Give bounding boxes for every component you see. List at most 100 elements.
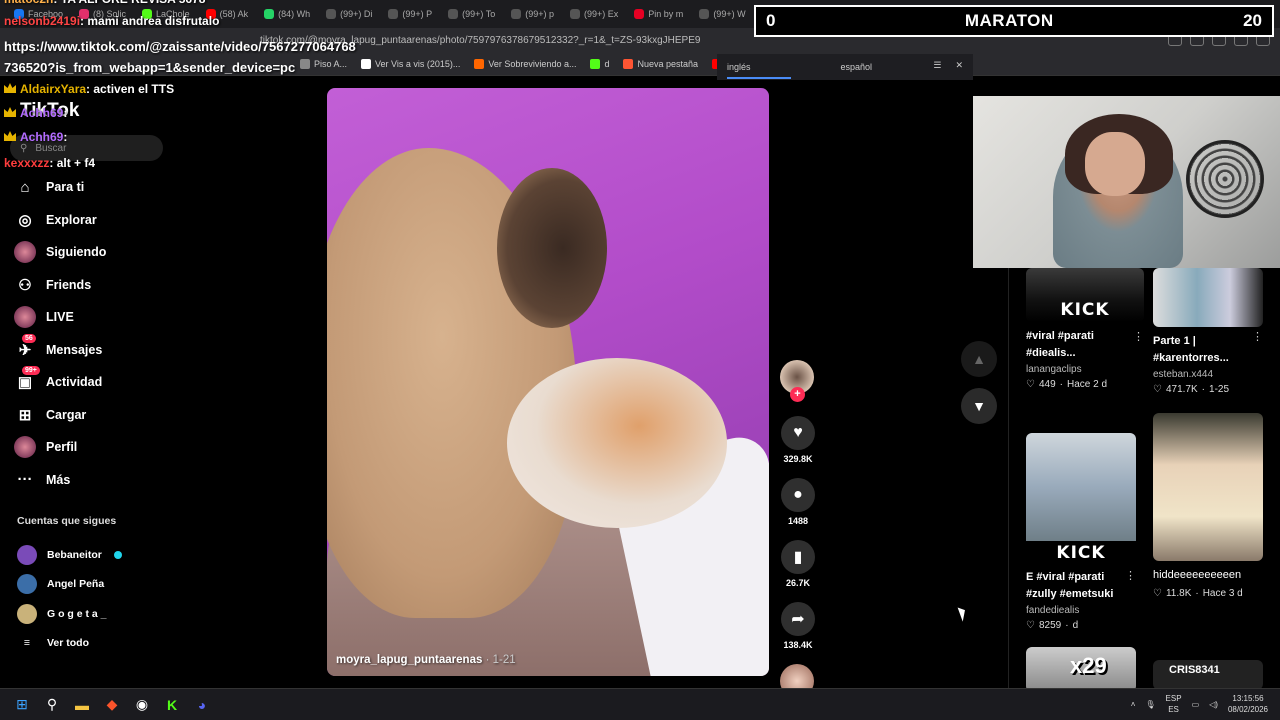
search-icon: ⚲ (20, 142, 28, 154)
previous-video-button[interactable]: ▲ (961, 341, 997, 377)
sidebar-item-m-s[interactable]: ··· Más (14, 464, 106, 497)
comment-action[interactable]: ● 1488 (780, 478, 816, 526)
save-action[interactable]: ▮ 26.7K (780, 540, 816, 588)
obs-icon[interactable]: ◉ (132, 695, 152, 715)
feed-title[interactable]: #viral #parati #diealis... (1026, 328, 1144, 362)
sidebar-item-live[interactable]: LIVE (14, 301, 106, 334)
see-all-link[interactable]: ≡ Ver todo (17, 629, 122, 659)
next-video-button[interactable]: ▼ (961, 388, 997, 424)
browser-tab[interactable]: (99+) p (505, 3, 560, 25)
chevron-up-icon: ▲ (972, 351, 986, 367)
chevron-up-icon[interactable]: ˄ (1131, 700, 1136, 709)
feed-thumbnail[interactable] (1153, 413, 1263, 561)
avatar (17, 574, 37, 595)
kick-logo: KICK (1060, 300, 1110, 320)
feed-thumbnail[interactable]: CRIS8341 (1153, 660, 1263, 688)
more-options-icon[interactable]: ⋮ (1133, 330, 1144, 343)
feed-author[interactable]: esteban.x444 (1153, 369, 1263, 380)
browser-tab[interactable]: (99+) To (442, 3, 501, 25)
feed-thumbnail[interactable]: KICK (1026, 433, 1136, 563)
tab-favicon-icon (326, 9, 337, 19)
more-options-icon[interactable]: ⋮ (1125, 569, 1136, 582)
monitor-icon[interactable]: ▭ (1192, 700, 1200, 709)
browser-tab[interactable]: (99+) W (693, 3, 751, 25)
feed-author[interactable]: fandediealis (1026, 605, 1136, 616)
feed-separator: · (1065, 620, 1069, 631)
see-all-label: Ver todo (47, 637, 90, 650)
feed-thumbnail[interactable]: x29 (1026, 647, 1136, 688)
feed-title[interactable]: E #viral #parati #zully #emetsuki (1026, 569, 1136, 603)
discord-icon[interactable]: ◕ (192, 695, 212, 715)
tab-label: (99+) Di (340, 9, 373, 19)
sidebar-item-actividad[interactable]: ▣ 99+ Actividad (14, 366, 106, 399)
kick-icon[interactable]: K (162, 695, 182, 715)
feed-stats: ♡ 449 · Hace 2 d (1026, 379, 1144, 390)
share-icon[interactable]: ➦ (781, 602, 815, 636)
bookmark-item[interactable]: Nueva pestaña (623, 58, 698, 69)
avatar (14, 306, 36, 329)
bookmark-item[interactable]: Ver Vis a vis (2015)... (361, 58, 461, 69)
feed-views: 11.8K (1165, 588, 1192, 599)
feed-thumbnail[interactable]: KICK (1026, 268, 1144, 322)
bookmark-item[interactable]: d (590, 58, 609, 69)
sidebar-item-siguiendo[interactable]: Siguiendo (14, 236, 106, 269)
browser-tab[interactable]: (99+) Ex (564, 3, 624, 25)
comment-count: 1488 (787, 516, 809, 526)
follow-plus-icon[interactable]: + (790, 387, 805, 402)
language-indicator[interactable]: ESP ES (1166, 693, 1182, 715)
following-account[interactable]: Angel Peña (17, 570, 122, 600)
bookmark-icon[interactable]: ▮ (781, 540, 815, 574)
video-player[interactable]: moyra_lapug_puntaarenas · 1-21 (327, 88, 769, 676)
microphone-icon[interactable]: 🎙 (1145, 700, 1155, 709)
file-explorer-icon[interactable]: ▬ (72, 695, 92, 715)
browser-tab[interactable]: (84) Wh (258, 3, 316, 25)
clock[interactable]: 13:15:56 08/02/2026 (1228, 693, 1268, 715)
more-options-icon[interactable]: ⋮ (1252, 330, 1263, 343)
feed-card[interactable]: KICK #viral #parati #diealis... ⋮ lanang… (1026, 268, 1144, 390)
feed-title[interactable]: Parte 1 | #karentorres... (1153, 333, 1263, 367)
following-account[interactable]: Bebaneitor (17, 540, 122, 570)
heart-icon: ♡ (1026, 620, 1035, 631)
video-author[interactable]: moyra_lapug_puntaarenas (336, 654, 482, 666)
feed-author[interactable]: lanangaclips (1026, 364, 1144, 375)
browser-tab[interactable]: (99+) Di (320, 3, 378, 25)
feed-card[interactable]: KICK E #viral #parati #zully #emetsuki ⋮… (1026, 433, 1136, 631)
close-icon[interactable]: ✕ (955, 60, 963, 71)
sidebar-item-para-ti[interactable]: ⌂ Para ti (14, 171, 106, 204)
brave-icon[interactable]: ◆ (102, 695, 122, 715)
feed-card[interactable]: hiddeeeeeeeeeen ♡ 11.8K · Hace 3 d (1153, 413, 1263, 599)
sidebar-item-explorar[interactable]: ◎ Explorar (14, 204, 106, 237)
sidebar-item-perfil[interactable]: Perfil (14, 431, 106, 464)
feed-card[interactable]: x29 (1026, 647, 1136, 688)
volume-icon[interactable]: ◁) (1209, 700, 1218, 709)
comment-icon[interactable]: ● (781, 478, 815, 512)
sidebar-item-cargar[interactable]: ⊞ Cargar (14, 399, 106, 432)
feed-title[interactable]: hiddeeeeeeeeeen (1153, 567, 1263, 584)
feed-card[interactable]: CRIS8341 (1153, 660, 1263, 688)
translate-tab-english[interactable]: inglés (727, 62, 791, 79)
browser-tab[interactable]: Pin by m (628, 3, 689, 25)
save-count: 26.7K (785, 578, 811, 588)
bookmark-item[interactable]: Ver Sobreviviendo a... (474, 58, 576, 69)
sidebar-item-friends[interactable]: ⚇ Friends (14, 269, 106, 302)
feed-card[interactable]: Parte 1 | #karentorres... ⋮ esteban.x444… (1153, 268, 1263, 395)
tab-favicon-icon (699, 9, 710, 19)
windows-start-icon[interactable]: ⊞ (12, 695, 32, 715)
share-action[interactable]: ➦ 138.4K (780, 602, 816, 650)
translate-tab-spanish[interactable]: español (841, 62, 873, 72)
search-input[interactable]: Buscar (35, 143, 66, 154)
menu-icon[interactable]: ☰ (933, 60, 941, 71)
stream-url-overlay: https://www.tiktok.com/@zaissante/video/… (4, 36, 356, 78)
bookmark-label: Ver Vis a vis (2015)... (375, 58, 461, 69)
search-icon[interactable]: ⚲ (42, 695, 62, 715)
browser-tab[interactable]: (99+) P (382, 3, 438, 25)
following-avatar-icon (14, 241, 36, 264)
heart-icon[interactable]: ♥ (781, 416, 815, 450)
like-action[interactable]: ♥ 329.8K (780, 416, 816, 464)
chat-text: : alt + f4 (49, 156, 96, 170)
author-avatar[interactable]: + (780, 360, 814, 402)
account-name: G o g e t a _ (47, 607, 107, 620)
sidebar-item-mensajes[interactable]: ✈ 56 Mensajes (14, 333, 106, 367)
following-account[interactable]: G o g e t a _ (17, 599, 122, 629)
feed-thumbnail[interactable] (1153, 268, 1263, 327)
